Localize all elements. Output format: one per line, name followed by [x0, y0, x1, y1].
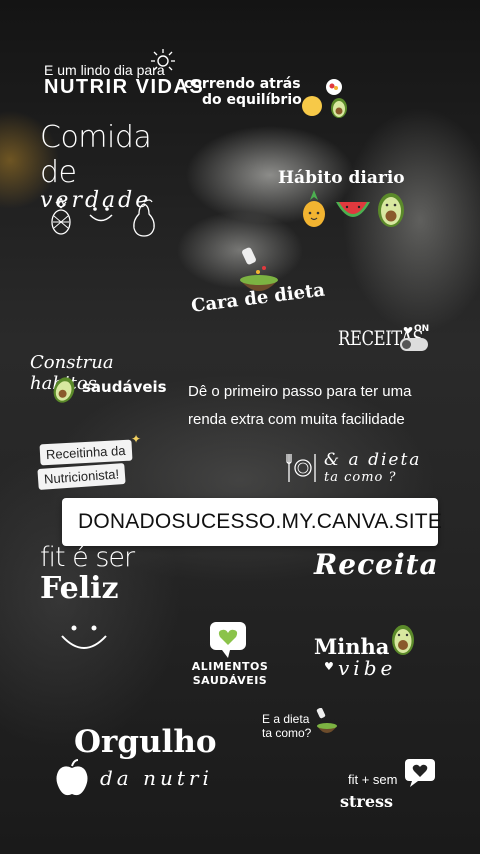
orgulho-nutri-sticker[interactable]: Orgulho da nutri	[54, 722, 254, 802]
comida-verdade-sticker[interactable]: Comida de verdade	[40, 120, 180, 237]
dieta2-line1: E a dieta	[262, 712, 310, 726]
vibe-text: vibe	[338, 656, 397, 680]
apple-icon	[56, 759, 88, 796]
receita-text: Receita	[314, 548, 439, 581]
pineapple-outline-icon	[51, 197, 71, 235]
dieta-line1: & a dieta	[324, 450, 422, 470]
da-nutri-text: da nutri	[100, 766, 213, 790]
avocado-icon	[331, 98, 347, 118]
promo-text: Dê o primeiro passo para ter uma renda e…	[188, 378, 468, 434]
link-sticker[interactable]: DONADOSUCESSO.MY.CANVA.SITE	[62, 498, 442, 546]
promo-line1: Dê o primeiro passo para ter uma	[188, 383, 412, 400]
fit-feliz-sticker[interactable]: fit é ser Feliz	[40, 542, 160, 662]
habito-diario-sticker[interactable]: Hábito diario	[278, 168, 438, 227]
sun-icon	[151, 49, 175, 73]
cara-de-dieta-sticker[interactable]: Cara de dieta	[190, 246, 330, 336]
heart-chat-icon	[210, 622, 246, 658]
dieta-line2: ta como ?	[324, 470, 397, 485]
dieta-como-sticker[interactable]: & a dieta ta como ?	[286, 450, 456, 494]
alimentos-line2: SAUDÁVEIS	[192, 674, 268, 687]
toggle-switch[interactable]	[400, 338, 428, 351]
smile-emoji-icon	[302, 96, 322, 116]
promo-line2: renda extra com muita facilidade	[188, 411, 405, 428]
dieta-como-small-sticker[interactable]: E a dieta ta como?	[262, 708, 342, 748]
food-bowl-icon	[326, 79, 342, 95]
dieta2-line2: ta como?	[262, 726, 312, 740]
fit-line1: fit é ser	[40, 542, 135, 573]
comida-text: Comida de	[40, 120, 152, 190]
lindo-dia-sticker[interactable]: E um lindo dia para NUTRIR VIDAS	[44, 49, 205, 99]
receita-sticker[interactable]: Receita	[314, 548, 439, 581]
receitinha-line1: Receitinha da	[39, 439, 132, 466]
fit-sem-stress-sticker[interactable]: fit + sem stress	[340, 758, 440, 814]
fit-line2: Feliz	[40, 571, 119, 606]
fit-sem-text: fit + sem	[348, 772, 398, 787]
habito-text: Hábito diario	[278, 168, 405, 188]
heart-icon	[403, 327, 413, 334]
stress-text: stress	[340, 792, 394, 811]
correndo-line2: do equilíbrio	[202, 92, 302, 108]
pineapple-icon	[303, 190, 325, 227]
minha-vibe-sticker[interactable]: Minha ♥ vibe	[314, 622, 444, 682]
heart-bubble-icon	[405, 759, 435, 787]
receitinha-sticker[interactable]: Receitinha da Nutricionista! ✦	[37, 432, 148, 492]
correndo-line1: correndo atrás	[184, 76, 301, 92]
receitinha-line2: Nutricionista!	[37, 462, 126, 491]
avocado-face-icon	[378, 193, 404, 227]
heart-small-icon: ♥	[324, 660, 334, 673]
toggle-on-label: ON	[414, 324, 430, 334]
avocado-vibe-icon	[392, 625, 414, 655]
sparkle-icon: ✦	[131, 432, 142, 446]
nutrir-vidas-text: NUTRIR VIDAS	[44, 76, 205, 98]
orgulho-text: Orgulho	[74, 724, 217, 760]
plate-cutlery-icon	[286, 454, 316, 482]
receitas-toggle-sticker[interactable]: RECEITAS ON	[338, 324, 438, 358]
alimentos-saudaveis-sticker[interactable]: ALIMENTOS SAUDÁVEIS	[180, 618, 280, 688]
link-url: DONADOSUCESSO.MY.CANVA.SITE	[78, 510, 443, 533]
alimentos-line1: ALIMENTOS	[191, 660, 269, 673]
watermelon-icon	[336, 202, 370, 217]
saudaveis-text: saudáveis	[82, 378, 167, 396]
correndo-sticker[interactable]: correndo atrás do equilíbrio	[184, 76, 347, 118]
smile-outline-icon	[89, 207, 113, 222]
salad-small-icon	[316, 708, 337, 733]
pear-outline-icon	[133, 199, 155, 237]
construa-habitos-sticker[interactable]: Construa habitos saudáveis	[30, 352, 180, 408]
smile-icon	[61, 625, 107, 649]
